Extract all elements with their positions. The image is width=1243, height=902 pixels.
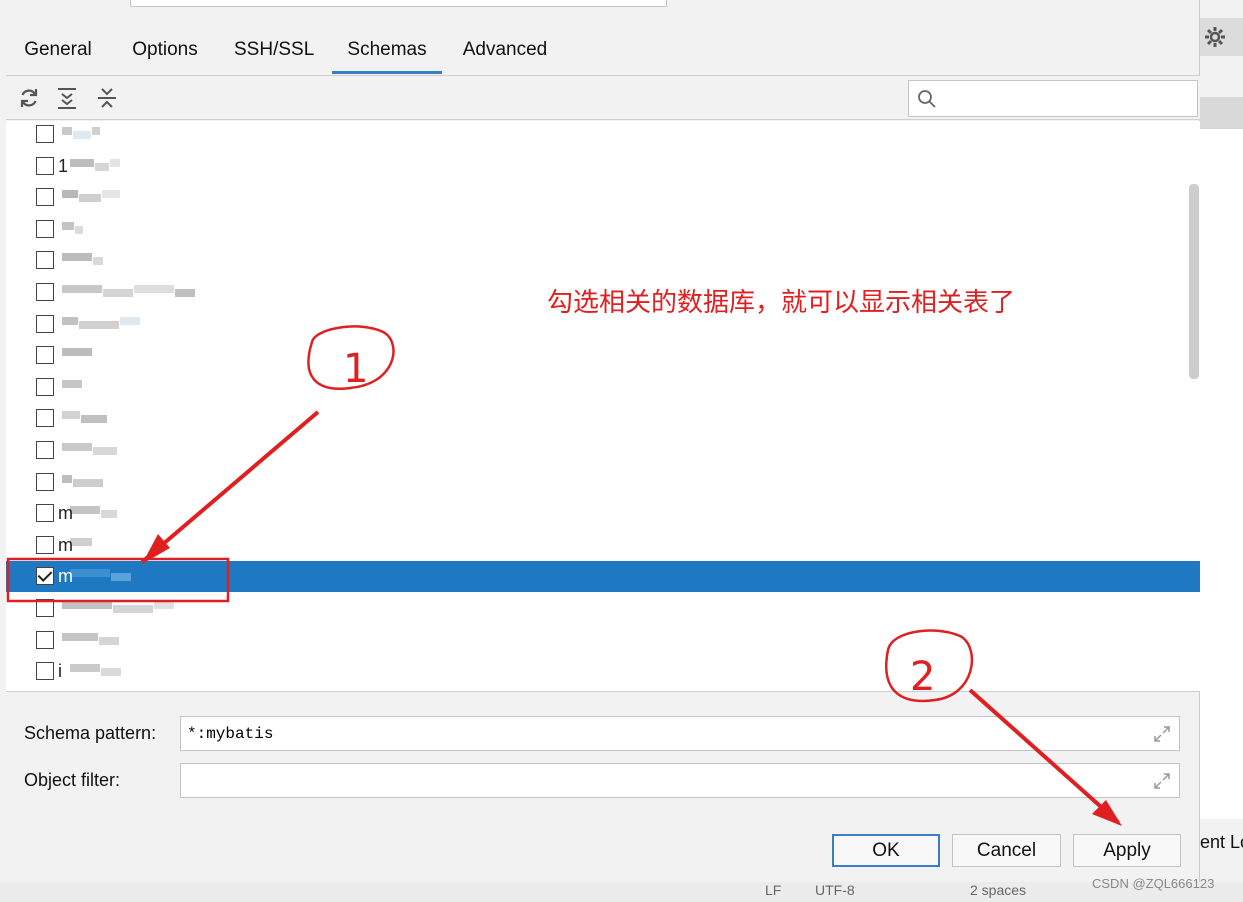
redacted-name [62, 631, 120, 649]
expand-field-icon[interactable] [1153, 772, 1171, 790]
schema-checkbox[interactable] [36, 377, 54, 396]
schema-checkbox[interactable] [36, 219, 54, 238]
redacted-name [62, 220, 84, 238]
schema-name: i [58, 661, 62, 682]
tab-options[interactable]: Options [126, 28, 204, 74]
tab-general[interactable]: General [20, 28, 96, 74]
schema-checkbox[interactable] [36, 346, 54, 365]
redacted-name [62, 409, 108, 427]
redacted-name [62, 283, 196, 301]
schema-row[interactable] [6, 182, 1200, 213]
schema-name: m [58, 534, 73, 555]
schema-name: m [58, 503, 73, 524]
annotation-text: 勾选相关的数据库，就可以显示相关表了 [547, 288, 1016, 318]
status-encoding[interactable]: UTF-8 [815, 882, 855, 898]
schema-row[interactable]: m [6, 498, 1200, 529]
redacted-name [70, 567, 132, 585]
schema-name: m [58, 566, 73, 587]
schema-checkbox[interactable] [36, 472, 54, 491]
schema-checkbox[interactable] [36, 283, 54, 301]
schema-row[interactable] [6, 593, 1200, 624]
gear-icon [1205, 27, 1225, 47]
event-log-label[interactable]: ent Lo [1200, 832, 1243, 853]
object-filter-label: Object filter: [24, 770, 121, 790]
redacted-name [62, 188, 121, 206]
redacted-name [62, 473, 104, 491]
schema-pattern-input[interactable] [187, 717, 1147, 750]
schema-list: immm1 [6, 121, 1200, 692]
schema-row[interactable]: 1 [6, 151, 1200, 182]
watermark: CSDN @ZQL666123 [1092, 876, 1215, 891]
object-filter-field[interactable] [180, 763, 1180, 798]
schema-row[interactable] [6, 435, 1200, 466]
redacted-name [70, 536, 93, 554]
redacted-name [62, 346, 93, 364]
apply-button[interactable]: Apply [1073, 834, 1181, 867]
scrollbar[interactable] [1189, 184, 1199, 379]
schema-checkbox[interactable] [36, 504, 54, 523]
schema-row[interactable] [6, 340, 1200, 371]
schema-name: 1 [58, 155, 69, 176]
right-content-area [1200, 129, 1243, 819]
status-bar: LF UTF-8 2 spaces [0, 882, 1243, 902]
status-indent[interactable]: 2 spaces [970, 882, 1026, 898]
schema-checkbox[interactable] [36, 567, 54, 586]
schema-row[interactable] [6, 467, 1200, 498]
schema-checkbox[interactable] [36, 251, 54, 270]
redacted-name [70, 662, 122, 680]
schema-checkbox[interactable] [36, 662, 54, 681]
redacted-name [62, 599, 175, 617]
schema-checkbox[interactable] [36, 441, 54, 459]
schema-row[interactable]: m [6, 530, 1200, 561]
settings-button[interactable] [1200, 18, 1243, 56]
redacted-name [70, 504, 118, 522]
right-side-panel: ent Lo [1200, 0, 1243, 902]
tab-advanced[interactable]: Advanced [458, 28, 552, 74]
schema-row[interactable] [6, 245, 1200, 276]
redacted-name [70, 157, 121, 175]
expand-field-icon[interactable] [1153, 725, 1171, 743]
schema-row[interactable] [6, 403, 1200, 434]
schema-checkbox[interactable] [36, 409, 54, 428]
schema-row[interactable]: m [6, 561, 1200, 593]
redacted-name [62, 378, 83, 396]
schema-pattern-field[interactable] [180, 716, 1180, 751]
schema-checkbox[interactable] [36, 188, 54, 207]
tab-ssh-ssl[interactable]: SSH/SSL [234, 28, 314, 74]
schema-row[interactable] [6, 625, 1200, 656]
schema-checkbox[interactable] [36, 156, 54, 175]
data-source-dialog: General Options SSH/SSL Schemas Advanced [0, 0, 1200, 882]
tab-bar: General Options SSH/SSL Schemas Advanced [6, 28, 1200, 74]
redacted-name [62, 441, 118, 459]
ok-button[interactable]: OK [832, 834, 940, 867]
schema-row[interactable] [6, 372, 1200, 403]
collapse-all-icon[interactable] [94, 85, 120, 111]
schema-checkbox[interactable] [36, 599, 54, 617]
status-line-separator[interactable]: LF [765, 882, 781, 898]
redacted-name [62, 315, 141, 333]
top-input-field[interactable] [130, 0, 667, 7]
schema-toolbar [6, 75, 1200, 120]
tab-schemas[interactable]: Schemas [332, 28, 442, 74]
schema-row[interactable]: i [6, 656, 1200, 687]
schema-checkbox[interactable] [36, 125, 54, 143]
schema-checkbox[interactable] [36, 314, 54, 333]
schema-row[interactable] [6, 121, 1200, 150]
schema-row[interactable] [6, 214, 1200, 245]
right-selected-strip [1200, 97, 1243, 129]
schema-checkbox[interactable] [36, 535, 54, 554]
schema-pattern-label: Schema pattern: [24, 723, 157, 743]
cancel-button[interactable]: Cancel [952, 834, 1061, 867]
redacted-name [62, 251, 104, 269]
expand-all-icon[interactable] [54, 85, 80, 111]
schema-search-box[interactable] [908, 80, 1198, 117]
search-icon [918, 90, 936, 108]
refresh-icon[interactable] [16, 85, 42, 111]
search-input[interactable] [943, 81, 1193, 116]
redacted-name [62, 125, 101, 143]
schema-checkbox[interactable] [36, 630, 54, 649]
object-filter-input[interactable] [187, 764, 1147, 797]
